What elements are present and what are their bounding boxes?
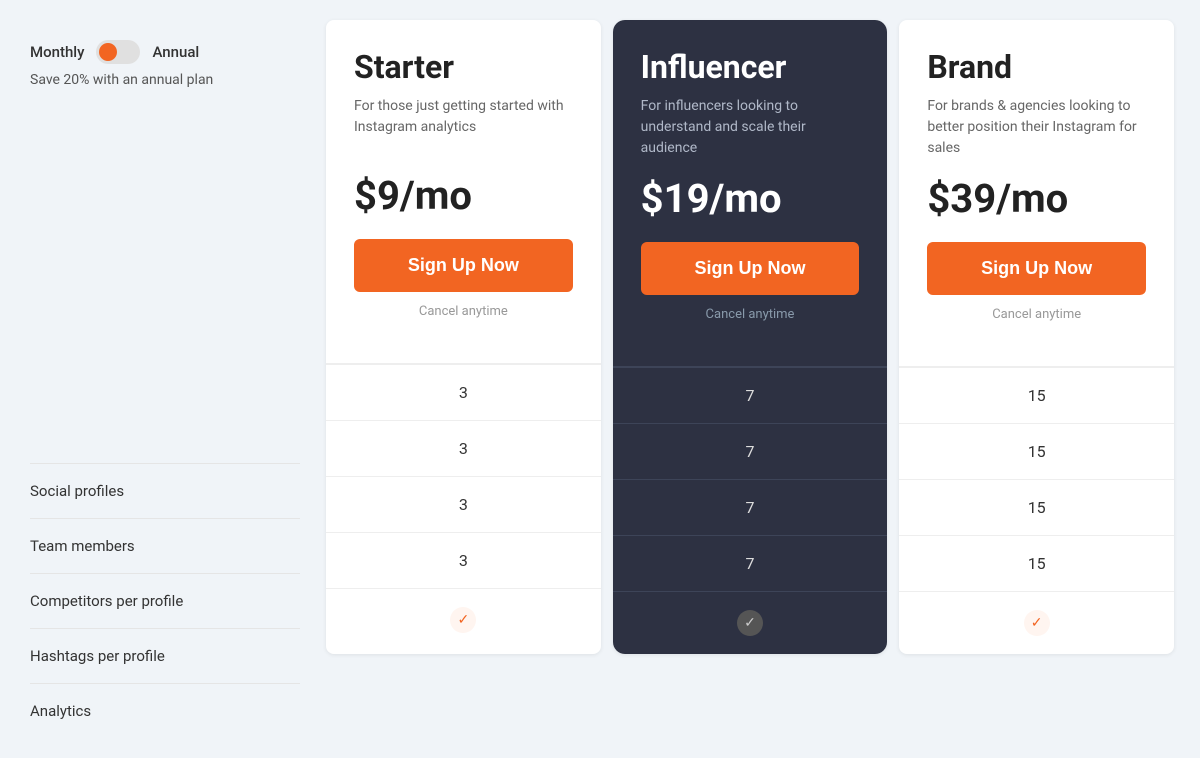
influencer-analytics-check: ✓ <box>737 610 763 636</box>
brand-hashtags: 15 <box>899 535 1174 591</box>
features-section: Social profiles Team members Competitors… <box>30 463 300 738</box>
brand-analytics: ✓ <box>899 591 1174 654</box>
plan-brand-header: Brand For brands & agencies looking to b… <box>899 20 1174 366</box>
starter-cancel: Cancel anytime <box>354 304 573 319</box>
starter-hashtags: 3 <box>326 532 601 588</box>
influencer-team-members: 7 <box>613 423 888 479</box>
brand-competitors: 15 <box>899 479 1174 535</box>
influencer-feature-values: 7 7 7 7 ✓ <box>613 366 888 654</box>
toggle-knob <box>99 43 117 61</box>
brand-price: $39/mo <box>927 175 1146 222</box>
brand-analytics-check: ✓ <box>1024 610 1050 636</box>
influencer-signup-button[interactable]: Sign Up Now <box>641 242 860 295</box>
billing-toggle[interactable]: Monthly Annual <box>30 40 300 64</box>
feature-analytics: Analytics <box>30 683 300 738</box>
save-text: Save 20% with an annual plan <box>30 72 300 88</box>
influencer-social-profiles: 7 <box>613 367 888 423</box>
brand-signup-button[interactable]: Sign Up Now <box>927 242 1146 295</box>
influencer-hashtags: 7 <box>613 535 888 591</box>
brand-team-members: 15 <box>899 423 1174 479</box>
starter-social-profiles: 3 <box>326 364 601 420</box>
annual-label: Annual <box>152 43 199 61</box>
starter-analytics-check: ✓ <box>450 607 476 633</box>
feature-competitors: Competitors per profile <box>30 573 300 628</box>
feature-team-members: Team members <box>30 518 300 573</box>
starter-description: For those just getting started with Inst… <box>354 96 573 156</box>
pricing-container: Monthly Annual Save 20% with an annual p… <box>20 20 1180 738</box>
starter-competitors: 3 <box>326 476 601 532</box>
influencer-cancel: Cancel anytime <box>641 307 860 322</box>
plans-area: Starter For those just getting started w… <box>320 20 1180 654</box>
starter-signup-button[interactable]: Sign Up Now <box>354 239 573 292</box>
brand-name: Brand <box>927 48 1146 86</box>
influencer-analytics: ✓ <box>613 591 888 654</box>
starter-analytics: ✓ <box>326 588 601 651</box>
feature-social-profiles: Social profiles <box>30 463 300 518</box>
brand-description: For brands & agencies looking to better … <box>927 96 1146 159</box>
toggle-switch[interactable] <box>96 40 140 64</box>
sidebar: Monthly Annual Save 20% with an annual p… <box>20 20 320 738</box>
influencer-competitors: 7 <box>613 479 888 535</box>
plan-influencer: Influencer For influencers looking to un… <box>613 20 888 654</box>
plan-brand: Brand For brands & agencies looking to b… <box>899 20 1174 654</box>
brand-cancel: Cancel anytime <box>927 307 1146 322</box>
influencer-price: $19/mo <box>641 175 860 222</box>
monthly-label: Monthly <box>30 43 84 61</box>
brand-social-profiles: 15 <box>899 367 1174 423</box>
plan-starter-header: Starter For those just getting started w… <box>326 20 601 363</box>
starter-team-members: 3 <box>326 420 601 476</box>
starter-price: $9/mo <box>354 172 573 219</box>
influencer-description: For influencers looking to understand an… <box>641 96 860 159</box>
influencer-name: Influencer <box>641 48 860 86</box>
starter-feature-values: 3 3 3 3 ✓ <box>326 363 601 651</box>
brand-feature-values: 15 15 15 15 ✓ <box>899 366 1174 654</box>
plan-starter: Starter For those just getting started w… <box>326 20 601 654</box>
starter-name: Starter <box>354 48 573 86</box>
plan-influencer-header: Influencer For influencers looking to un… <box>613 20 888 366</box>
